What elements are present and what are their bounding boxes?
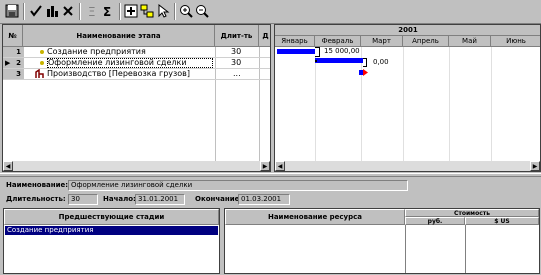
zoom-in-icon[interactable] [178, 3, 194, 19]
gantt-connector [315, 47, 320, 57]
link-stages-icon[interactable] [139, 3, 155, 19]
predecessors-header: Предшествующие стадии [4, 209, 219, 225]
end-label: Окончание: [195, 195, 243, 203]
gantt-bar-label: 0,00 [373, 58, 389, 66]
resources-panel: Наименование ресурса Стоимость руб. $ US [224, 208, 540, 274]
cost-usd-header[interactable]: $ US [465, 217, 539, 225]
scroll-right-button[interactable]: ▶ [260, 161, 270, 171]
delete-icon[interactable] [60, 3, 76, 19]
production-icon [35, 69, 47, 79]
column-header-duration[interactable]: Длит-ть [215, 25, 259, 47]
toolbar: Ξ Σ [0, 0, 541, 24]
stage-duration: ... [233, 69, 241, 78]
start-label: Начало: [103, 195, 136, 203]
scroll-left-button[interactable]: ◀ [275, 161, 285, 171]
save-icon[interactable] [4, 3, 20, 19]
pointer-icon[interactable] [155, 3, 171, 19]
stage-name: Производство [Перевозка грузов] [47, 69, 190, 78]
milestone-icon[interactable] [359, 69, 369, 77]
month-header: Июнь [491, 36, 540, 47]
name-field[interactable]: Оформление лизинговой сделки [68, 180, 408, 191]
row-number: 2 [16, 59, 21, 67]
pane-splitter[interactable] [0, 173, 541, 177]
column-header-extra[interactable]: Д [259, 25, 270, 47]
duration-label: Длительность: [6, 195, 66, 203]
gantt-chart: 2001 Январь Февраль Март Апрель Май Июнь… [274, 24, 541, 172]
predecessor-item[interactable]: Создание предприятия [5, 226, 218, 235]
column-header-num[interactable]: № [3, 25, 23, 47]
name-label: Наименование: [6, 181, 69, 189]
table-row[interactable]: 1 Создание предприятия 30 [3, 47, 270, 57]
table-row[interactable]: 3 Производство [Перевозка грузов] ... [3, 69, 270, 79]
sort-icon[interactable]: Ξ [84, 3, 100, 19]
gantt-year: 2001 [275, 25, 540, 36]
cost-rub-header[interactable]: руб. [405, 217, 465, 225]
current-row-indicator: ▶ 2 [3, 58, 23, 68]
row-number: 3 [3, 69, 23, 79]
month-header: Март [361, 36, 403, 47]
grid-horizontal-scrollbar[interactable]: ◀ ▶ [3, 161, 270, 171]
start-field[interactable]: 31.01.2001 [135, 194, 185, 205]
month-header: Январь [275, 36, 315, 47]
end-field[interactable]: 01.03.2001 [238, 194, 290, 205]
gantt-connector [363, 58, 367, 67]
stage-duration: 30 [231, 47, 242, 56]
gantt-horizontal-scrollbar[interactable]: ◀ ▶ [275, 161, 540, 171]
sum-icon[interactable]: Σ [100, 3, 116, 19]
gantt-bar[interactable] [315, 58, 363, 63]
check-icon[interactable] [28, 3, 44, 19]
predecessors-panel: Предшествующие стадии Создание предприят… [3, 208, 220, 274]
scroll-left-button[interactable]: ◀ [3, 161, 13, 171]
svg-text:Σ: Σ [103, 5, 111, 18]
month-header: Май [449, 36, 491, 47]
resources-icon[interactable] [44, 3, 60, 19]
row-number: 1 [3, 47, 23, 57]
duration-field[interactable]: 30 [68, 194, 98, 205]
table-row-selected[interactable]: ▶ 2 Оформление лизинговой сделки 30 [3, 58, 270, 68]
scroll-right-button[interactable]: ▶ [530, 161, 540, 171]
month-header: Апрель [403, 36, 449, 47]
gantt-bar-label: 15 000,00 [324, 47, 360, 55]
zoom-out-icon[interactable] [194, 3, 210, 19]
gantt-link [315, 60, 317, 62]
stage-name: Создание предприятия [47, 47, 146, 56]
resource-name-header[interactable]: Наименование ресурса [225, 209, 405, 225]
cost-header: Стоимость [405, 209, 539, 217]
stages-grid: № Наименование этапа Длит-ть Д 1 Создани… [2, 24, 271, 172]
gantt-bar[interactable] [277, 49, 315, 54]
current-row-marker: ▶ [5, 59, 11, 67]
add-stage-icon[interactable] [123, 3, 139, 19]
svg-text:Ξ: Ξ [88, 5, 96, 18]
stage-name[interactable]: Оформление лизинговой сделки [47, 58, 213, 68]
column-header-name[interactable]: Наименование этапа [23, 25, 215, 47]
month-header: Февраль [315, 36, 361, 47]
stage-duration: 30 [231, 58, 242, 67]
